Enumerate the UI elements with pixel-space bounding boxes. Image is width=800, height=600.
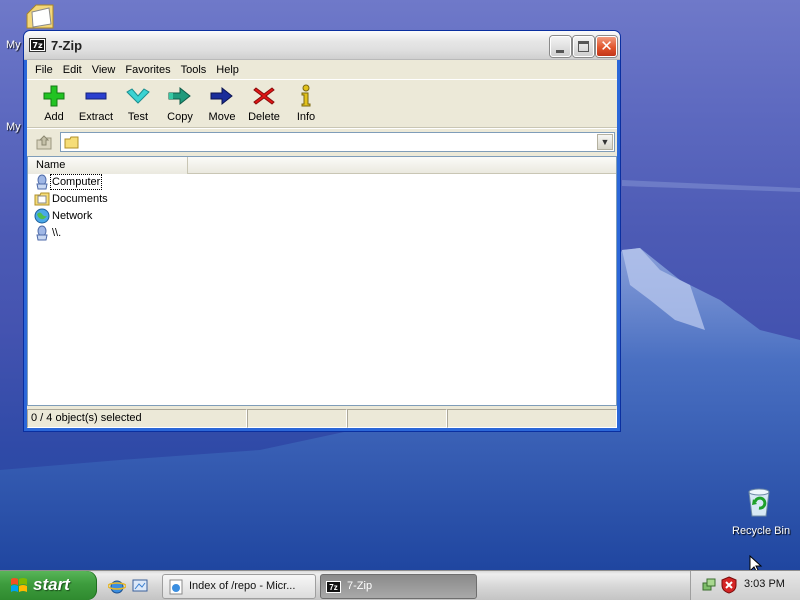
- minimize-icon: [556, 50, 564, 53]
- taskbar-item-label: Index of /repo - Micr...: [189, 580, 296, 592]
- 7zip-window: 7z 7-Zip ✕ File Edit View Favorites Tool…: [23, 30, 621, 432]
- system-tray: 3:03 PM: [690, 571, 800, 600]
- menu-tools[interactable]: Tools: [176, 60, 212, 80]
- extract-button[interactable]: Extract: [75, 80, 117, 127]
- menu-edit[interactable]: Edit: [58, 60, 87, 80]
- computer-icon: [36, 225, 48, 241]
- info-button[interactable]: Info: [285, 80, 327, 127]
- ie-page-icon: [169, 579, 183, 595]
- info-label: Info: [296, 111, 316, 123]
- status-cell: [247, 409, 347, 428]
- network-tray-icon[interactable]: [701, 577, 717, 593]
- window-title: 7-Zip: [51, 38, 83, 53]
- menu-file[interactable]: File: [30, 60, 58, 80]
- test-icon: [126, 88, 150, 104]
- move-icon: [210, 86, 233, 106]
- window-client: File Edit View Favorites Tools Help Add: [27, 60, 617, 428]
- start-button[interactable]: start: [0, 571, 97, 600]
- extract-icon: [85, 92, 107, 100]
- list-item[interactable]: Documents: [28, 191, 616, 208]
- copy-label: Copy: [167, 111, 193, 123]
- menu-bar: File Edit View Favorites Tools Help: [27, 60, 617, 80]
- copy-icon: [168, 86, 191, 106]
- minimize-button[interactable]: [550, 36, 571, 57]
- delete-button[interactable]: Delete: [243, 80, 285, 127]
- taskbar-item-7zip[interactable]: 7z 7-Zip: [320, 574, 477, 599]
- security-shield-icon[interactable]: [721, 576, 737, 594]
- list-item-name: \\.: [52, 227, 62, 239]
- move-label: Move: [208, 111, 236, 123]
- column-header-filler: [188, 157, 616, 173]
- status-cell: [347, 409, 447, 428]
- column-header-name[interactable]: Name: [28, 157, 188, 174]
- 7zip-app-icon: 7z: [326, 581, 341, 593]
- address-bar: ▼: [27, 128, 617, 154]
- 7zip-app-icon: 7z: [29, 38, 46, 52]
- taskbar: start Index of /repo - Micr... 7z 7-Zip: [0, 570, 800, 600]
- show-desktop-icon[interactable]: [131, 577, 149, 595]
- status-bar: 0 / 4 object(s) selected: [27, 407, 617, 428]
- test-button[interactable]: Test: [117, 80, 159, 127]
- copy-button[interactable]: Copy: [159, 80, 201, 127]
- list-item[interactable]: \\.: [28, 225, 616, 242]
- documents-folder-icon: [34, 192, 50, 206]
- toolbar: Add Extract Test Copy Move Delete Info: [27, 80, 617, 128]
- status-text: 0 / 4 object(s) selected: [27, 409, 247, 428]
- address-dropdown-button[interactable]: ▼: [597, 134, 613, 150]
- maximize-button[interactable]: [573, 36, 594, 57]
- computer-icon: [36, 174, 48, 190]
- close-icon: ✕: [600, 37, 613, 55]
- test-label: Test: [127, 111, 149, 123]
- menu-help[interactable]: Help: [211, 60, 244, 80]
- folder-icon: [64, 136, 79, 149]
- info-icon: [301, 84, 311, 107]
- list-item[interactable]: Computer: [28, 174, 616, 191]
- maximize-icon: [578, 41, 589, 52]
- extract-label: Extract: [78, 111, 114, 123]
- list-item-name: Computer: [49, 174, 103, 190]
- desktop: My My Recycle Bin 7z 7-Zip ✕ File Edit V…: [0, 0, 800, 600]
- internet-explorer-icon[interactable]: [108, 577, 126, 595]
- list-item-name: Network: [52, 210, 93, 222]
- status-cell: [447, 409, 617, 428]
- windows-logo-icon: [11, 578, 27, 592]
- menu-favorites[interactable]: Favorites: [120, 60, 175, 80]
- list-item[interactable]: Network: [28, 208, 616, 225]
- network-icon: [34, 208, 50, 224]
- title-bar[interactable]: 7z 7-Zip ✕: [24, 31, 620, 60]
- start-label: start: [33, 575, 70, 594]
- folder-up-icon: [36, 134, 52, 149]
- delete-icon: [253, 87, 275, 105]
- my-documents-desktop-icon[interactable]: [24, 2, 56, 32]
- add-button[interactable]: Add: [33, 80, 75, 127]
- file-list[interactable]: Name Computer Documents Network \\.: [27, 156, 617, 406]
- list-header: Name: [28, 157, 616, 174]
- up-folder-button[interactable]: [31, 131, 57, 152]
- address-combobox[interactable]: ▼: [60, 132, 615, 152]
- chevron-down-icon: ▼: [600, 137, 610, 147]
- desktop-icon-label: My: [6, 121, 21, 133]
- menu-view[interactable]: View: [87, 60, 121, 80]
- add-label: Add: [44, 111, 64, 123]
- recycle-bin-icon[interactable]: [744, 486, 774, 518]
- close-button[interactable]: ✕: [596, 36, 617, 57]
- clock: 3:03 PM: [744, 578, 785, 590]
- desktop-icon-label: My: [6, 39, 21, 51]
- list-item-name: Documents: [52, 193, 108, 205]
- taskbar-item-label: 7-Zip: [347, 580, 373, 592]
- move-button[interactable]: Move: [201, 80, 243, 127]
- delete-label: Delete: [248, 111, 280, 123]
- recycle-bin-label: Recycle Bin: [732, 525, 791, 537]
- add-icon: [43, 85, 65, 107]
- taskbar-item-ie[interactable]: Index of /repo - Micr...: [162, 574, 316, 599]
